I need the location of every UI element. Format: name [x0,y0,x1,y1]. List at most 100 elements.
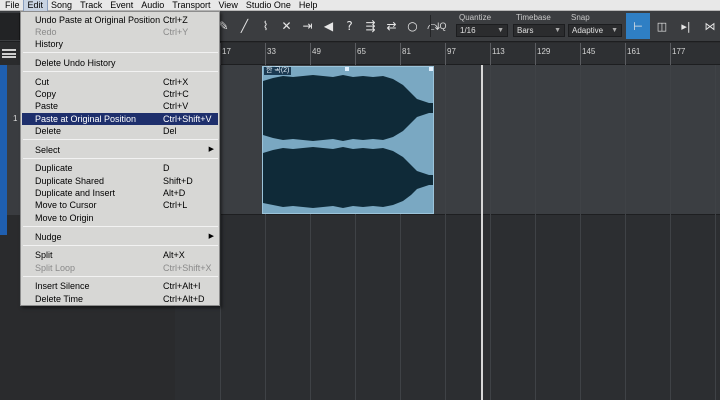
menu-help[interactable]: Help [295,0,322,11]
menu-item-shortcut: Ctrl+L [163,200,188,210]
menu-item-delete-time[interactable]: Delete Time Ctrl+Alt+D [22,293,218,305]
ruler-label: 65 [357,47,366,56]
menu-item-split-loop[interactable]: Split Loop Ctrl+Shift+X [22,262,218,274]
menu-item-split[interactable]: Split Alt+X [22,249,218,261]
quantize-select[interactable]: 1/16 ▼ [456,24,508,37]
menu-bar: File Edit Song Track Event Audio Transpo… [0,0,720,12]
ruler-tick [490,43,491,65]
menu-track[interactable]: Track [76,0,106,11]
menu-separator [23,52,218,53]
menu-studio-one[interactable]: Studio One [242,0,295,11]
menu-file[interactable]: File [1,0,24,11]
menu-item-nudge[interactable]: Nudge ▶ [22,231,218,243]
ruler-tick [400,43,401,65]
ruler-label: 81 [402,47,411,56]
menu-item-label: Copy [35,89,57,99]
timeline-ruler[interactable]: 17 33 49 65 81 97 113 129 145 161 177 [175,43,720,65]
menu-item-label: Delete [35,126,62,136]
grid-line [445,65,446,400]
snap-to-events-icon[interactable]: ◫ [650,13,674,39]
iq-button[interactable]: IQ [437,21,447,31]
tool-buttons: ✎ ╱ ⌇ ✕ ⇥ ◀ ? ⇶ ⇄ ○ ⤼ [213,15,444,37]
ruler-label: 177 [672,47,686,56]
zoom-icon[interactable]: ○ [402,15,423,37]
menu-item-cut[interactable]: Cut Ctrl+X [22,76,218,88]
waveform [263,75,433,208]
ruler-tick [445,43,446,65]
menu-item-insert-silence[interactable]: Insert Silence Ctrl+Alt+I [22,280,218,292]
track-select-bar[interactable] [0,65,7,235]
chevron-down-icon: ▼ [611,27,618,34]
bend-icon[interactable]: ⇥ [297,15,318,37]
toolbar-divider [430,15,431,37]
menu-item-duplicate-shared[interactable]: Duplicate Shared Shift+D [22,175,218,187]
menu-item-shortcut: Ctrl+Z [163,15,188,25]
volume-handle[interactable] [429,67,433,71]
menu-item-duplicate-and-insert[interactable]: Duplicate and Insert Alt+D [22,187,218,199]
menu-separator [23,276,218,277]
menu-item-label: Duplicate and Insert [35,188,116,198]
ruler-tick [580,43,581,65]
snap-label: Snap [571,13,590,22]
menu-item-label: Move to Cursor [35,200,97,210]
menu-view[interactable]: View [214,0,241,11]
menu-item-label: Cut [35,77,50,87]
grid-line [625,65,626,400]
playback-cursor[interactable] [481,65,483,400]
eraser-icon[interactable]: ╱ [234,15,255,37]
fade-handle[interactable] [345,67,349,71]
menu-item-move-to-cursor[interactable]: Move to Cursor Ctrl+L [22,199,218,211]
timebase-select[interactable]: Bars ▼ [513,24,565,37]
snap-group: Snap Adaptive ▼ [568,13,622,37]
ruler-tick [535,43,536,65]
ruler-tick [220,43,221,65]
help-icon[interactable]: ? [339,15,360,37]
menu-item-select[interactable]: Select ▶ [22,144,218,156]
track-lane[interactable] [175,65,720,215]
menu-transport[interactable]: Transport [168,0,214,11]
studio-one-window: File Edit Song Track Event Audio Transpo… [0,0,720,400]
menu-song[interactable]: Song [47,0,76,11]
chevron-right-icon: ▶ [208,146,214,153]
menu-item-label: Insert Silence [35,281,90,291]
grid-line [535,65,536,400]
snap-select[interactable]: Adaptive ▼ [568,24,622,37]
menu-icon[interactable] [2,49,16,58]
timebase-value: Bars [517,26,534,35]
menu-item-shortcut: D [163,163,170,173]
menu-item-redo[interactable]: Redo Ctrl+Y [22,26,218,38]
listen-icon[interactable]: ◀ [318,15,339,37]
ruler-tick [355,43,356,65]
audio-event[interactable]: 한 곡(2) [262,66,434,214]
snap-to-grid-icon[interactable]: ⊢ [626,13,650,39]
menu-item-delete[interactable]: Delete Del [22,125,218,137]
menu-item-paste[interactable]: Paste Ctrl+V [22,100,218,112]
ruler-label: 145 [582,47,596,56]
edit-menu-dropdown: Undo Paste at Original Position Ctrl+Z Re… [20,11,220,306]
snap-to-cursor-icon[interactable]: ▸| [674,13,698,39]
loop-icon[interactable]: ⇶ [360,15,381,37]
menu-item-duplicate[interactable]: Duplicate D [22,162,218,174]
menu-item-copy[interactable]: Copy Ctrl+C [22,88,218,100]
menu-item-label: Split [35,250,53,260]
menu-audio[interactable]: Audio [137,0,168,11]
menu-edit[interactable]: Edit [22,0,49,12]
menu-item-paste-at-original-position[interactable]: Paste at Original Position Ctrl+Shift+V [22,113,218,125]
snap-to-loop-icon[interactable]: ⋈ [698,13,720,39]
quantize-label: Quantize [459,13,492,22]
menu-item-shortcut: Ctrl+Alt+D [163,294,205,304]
menu-item-undo[interactable]: Undo Paste at Original Position Ctrl+Z [22,14,218,26]
ruler-tick [625,43,626,65]
menu-item-move-to-origin[interactable]: Move to Origin [22,212,218,224]
slip-icon[interactable]: ⇄ [381,15,402,37]
menu-item-label: Duplicate [35,163,73,173]
knife-icon[interactable]: ⌇ [255,15,276,37]
menu-item-label: Delete Undo History [35,58,116,68]
mute-icon[interactable]: ✕ [276,15,297,37]
menu-item-delete-undo-history[interactable]: Delete Undo History [22,57,218,69]
menu-item-shortcut: Ctrl+X [163,77,189,87]
ruler-label: 33 [267,47,276,56]
menu-item-history[interactable]: History [22,38,218,50]
menu-event[interactable]: Event [106,0,137,11]
menu-item-label: Move to Origin [35,213,94,223]
